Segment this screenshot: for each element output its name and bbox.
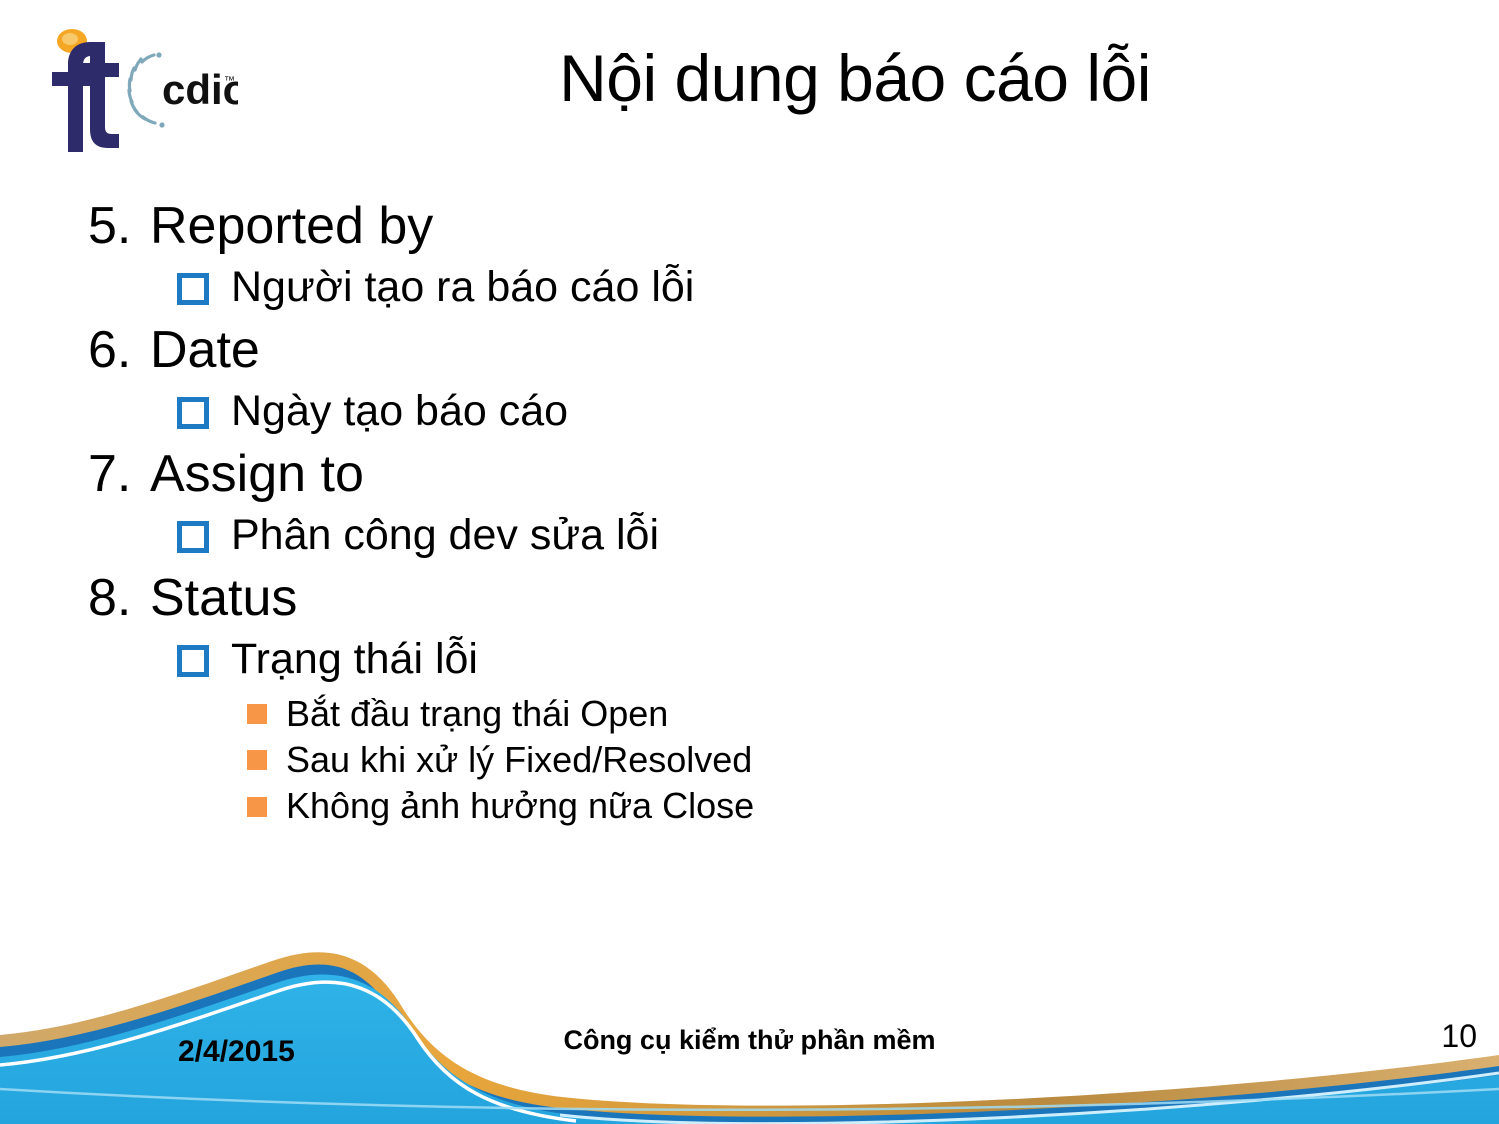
logo: cdio ™ — [38, 22, 248, 172]
list-item-level1: 8. Status — [0, 568, 1499, 628]
logo-monogram — [52, 42, 119, 152]
logo-trademark: ™ — [224, 75, 235, 87]
list-item-level1: 6. Date — [0, 320, 1499, 380]
slide: cdio ™ Nội dung báo cáo lỗi 5. Reported … — [0, 0, 1499, 1124]
logo-arc — [127, 53, 157, 125]
list-item-level2: Người tạo ra báo cáo lỗi — [0, 262, 1499, 314]
list-item-level3: Bắt đầu trạng thái Open — [0, 692, 1499, 735]
square-solid-bullet-icon — [247, 750, 267, 771]
list-item-level2: Trạng thái lỗi — [0, 634, 1499, 686]
list-item-level2: Ngày tạo báo cáo — [0, 386, 1499, 438]
list-item-label: Reported by — [150, 197, 434, 255]
list-item-label: Ngày tạo báo cáo — [231, 387, 569, 436]
list-item-number: 7. — [88, 444, 132, 503]
square-solid-bullet-icon — [247, 796, 267, 817]
square-outline-bullet-icon — [177, 397, 209, 430]
list-item-level3: Không ảnh hưởng nữa Close — [0, 784, 1499, 827]
list-item-label: Date — [150, 320, 260, 379]
list-item-level3: Sau khi xử lý Fixed/Resolved — [0, 738, 1499, 781]
list-item-label: Phân công dev sửa lỗi — [231, 511, 660, 560]
list-item-label: Assign to — [150, 444, 364, 503]
list-item-level1: 5. Reported by — [0, 196, 1499, 256]
logo-svg: cdio ™ — [52, 29, 248, 152]
list-item-number: 8. — [88, 568, 132, 627]
list-item-label: Người tạo ra báo cáo lỗi — [231, 263, 695, 312]
list-item-number: 6. — [88, 320, 132, 379]
footer-title: Công cụ kiểm thử phần mềm — [563, 1025, 936, 1055]
list-item-label: Status — [150, 568, 298, 627]
square-outline-bullet-icon — [177, 273, 209, 306]
page-title: Nội dung báo cáo lỗi — [559, 41, 1151, 115]
content-list: 5. Reported by Người tạo ra báo cáo lỗi … — [0, 196, 1499, 830]
square-outline-bullet-icon — [177, 644, 209, 677]
page-number: 10 — [1441, 1018, 1477, 1054]
list-item-number: 5. — [88, 197, 132, 255]
logo-orange-dot-highlight — [62, 33, 78, 45]
list-item-level2: Phân công dev sửa lỗi — [0, 510, 1499, 562]
list-item-label: Trạng thái lỗi — [231, 635, 478, 684]
logo-wordmark: cdio — [162, 66, 238, 113]
footer-dot-small — [1286, 1001, 1298, 1013]
list-item-label: Bắt đầu trạng thái Open — [286, 692, 669, 734]
square-solid-bullet-icon — [247, 704, 267, 725]
list-item-level1: 7. Assign to — [0, 444, 1499, 504]
square-outline-bullet-icon — [177, 520, 209, 553]
list-item-label: Sau khi xử lý Fixed/Resolved — [286, 738, 753, 780]
footer-dot-medium — [1247, 1004, 1269, 1026]
list-item-label: Không ảnh hưởng nữa Close — [286, 785, 755, 826]
